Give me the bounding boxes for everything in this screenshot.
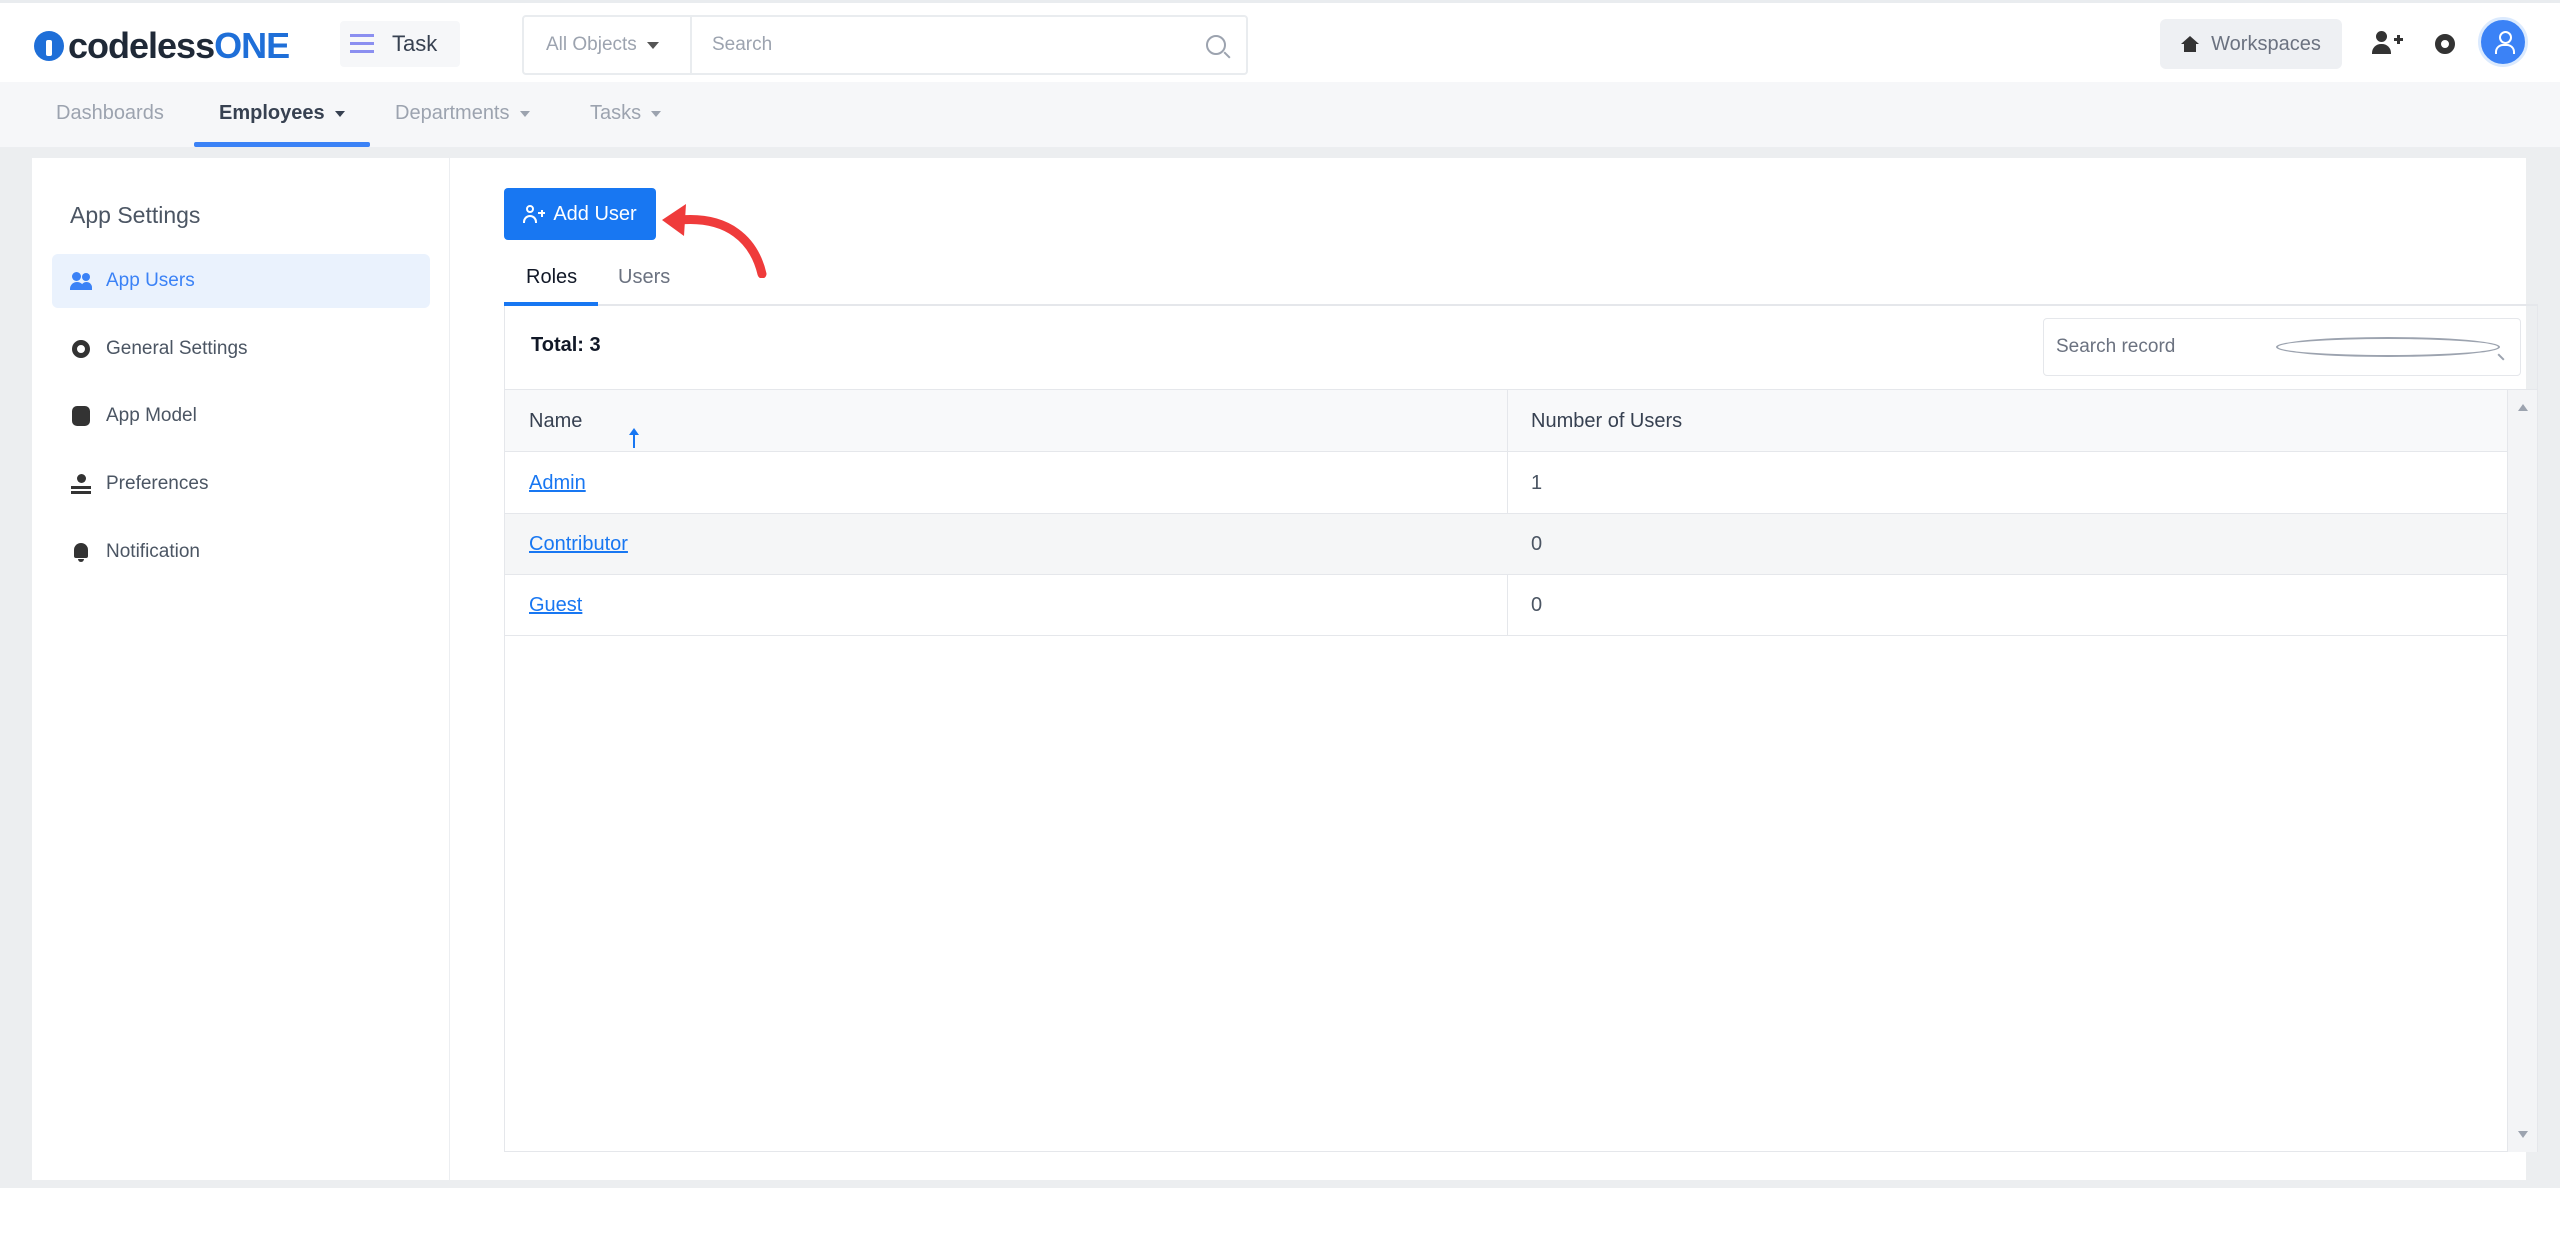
logo-mark-icon [34, 31, 64, 61]
sidebar-item-label: App Model [106, 405, 197, 426]
preferences-icon [70, 473, 92, 495]
sidebar-title: App Settings [70, 202, 201, 228]
nav-item-employees[interactable]: Employees [219, 102, 345, 125]
list-icon [350, 34, 374, 54]
chevron-down-icon [519, 110, 530, 117]
chevron-down-icon [334, 110, 345, 117]
nav-item-label: Tasks [590, 102, 642, 124]
sidebar-item-notification[interactable]: Notification [52, 525, 430, 579]
table-row: Admin 1 [505, 453, 2507, 514]
roles-grid: Total: 3 Search record Name Number of Us… [504, 306, 2538, 1152]
object-filter-select[interactable]: All Objects [524, 17, 692, 73]
settings-panel: App Settings App Users General Settings … [32, 158, 2538, 1180]
users-icon [70, 270, 92, 292]
table-row: Guest 0 [505, 575, 2507, 636]
sidebar-item-app-model[interactable]: App Model [52, 389, 430, 443]
role-user-count: 0 [1531, 594, 1543, 616]
vertical-scrollbar[interactable] [2507, 390, 2537, 1152]
column-header-name[interactable]: Name [529, 410, 639, 448]
add-user-label: Add User [553, 202, 637, 225]
search-input[interactable]: Search [692, 34, 1206, 56]
nav-item-label: Employees [219, 102, 325, 124]
sidebar-item-label: Notification [106, 541, 200, 562]
role-link-guest[interactable]: Guest [529, 594, 582, 617]
app-name: Task [392, 31, 438, 56]
model-icon [70, 405, 92, 427]
app-switcher[interactable]: Task [340, 21, 460, 67]
settings-gear-icon[interactable] [2430, 29, 2460, 59]
tab-users[interactable]: Users [618, 266, 670, 289]
tab-roles[interactable]: Roles [526, 266, 577, 289]
search-record-placeholder: Search record [2056, 336, 2176, 357]
avatar[interactable] [2478, 17, 2528, 67]
column-header-number-of-users[interactable]: Number of Users [1531, 410, 1682, 433]
grid-toolbar: Total: 3 Search record [505, 306, 2537, 390]
role-link-contributor[interactable]: Contributor [529, 533, 628, 556]
search-icon[interactable] [2276, 337, 2500, 357]
role-user-tabs: Roles Users [504, 254, 2538, 306]
sidebar-item-app-users[interactable]: App Users [52, 254, 430, 308]
column-header-label: Name [529, 410, 583, 432]
logo-text: codeless [68, 25, 215, 66]
role-user-count: 1 [1531, 472, 1543, 494]
gear-icon [70, 338, 92, 360]
bell-icon [70, 541, 92, 563]
sidebar-item-label: App Users [106, 270, 195, 291]
table-header-row: Name Number of Users [505, 390, 2507, 452]
settings-sidebar: App Settings App Users General Settings … [32, 158, 450, 1180]
sidebar-item-label: Preferences [106, 473, 209, 494]
logo[interactable]: codeless ONE [34, 25, 290, 67]
search-record-input[interactable]: Search record [2043, 318, 2521, 376]
top-bar: codeless ONE Task All Objects Search Work… [0, 0, 2560, 82]
home-icon [2181, 36, 2200, 52]
scroll-down-icon[interactable] [2518, 1131, 2528, 1138]
workspaces-button[interactable]: Workspaces [2160, 19, 2342, 69]
role-user-count: 0 [1531, 533, 1543, 555]
logo-text-accent: ONE [214, 25, 290, 66]
scroll-up-icon[interactable] [2518, 404, 2528, 411]
global-search: All Objects Search [522, 15, 1248, 75]
sidebar-item-general-settings[interactable]: General Settings [52, 322, 430, 376]
object-filter-value: All Objects [546, 34, 637, 55]
sidebar-item-label: General Settings [106, 338, 248, 359]
add-user-button[interactable]: Add User [504, 188, 656, 240]
invite-user-icon[interactable] [2372, 29, 2403, 59]
nav-item-departments[interactable]: Departments [395, 102, 530, 125]
active-nav-indicator [194, 142, 370, 147]
table-row: Contributor 0 [505, 514, 2507, 575]
workspaces-label: Workspaces [2211, 32, 2321, 55]
total-count: Total: 3 [531, 334, 601, 356]
nav-item-label: Departments [395, 102, 510, 124]
search-icon[interactable] [1206, 35, 1226, 55]
nav-item-label: Dashboards [56, 102, 164, 124]
chevron-down-icon [651, 110, 662, 117]
sort-ascending-icon[interactable] [629, 428, 639, 450]
user-plus-icon [523, 205, 546, 223]
content-area: App Settings App Users General Settings … [0, 148, 2560, 1188]
chevron-down-icon [646, 41, 659, 49]
role-link-admin[interactable]: Admin [529, 472, 586, 495]
sidebar-item-preferences[interactable]: Preferences [52, 457, 430, 511]
module-nav: Dashboards Employees Departments Tasks [0, 82, 2560, 148]
nav-item-tasks[interactable]: Tasks [590, 102, 662, 125]
nav-item-dashboards[interactable]: Dashboards [56, 102, 164, 125]
